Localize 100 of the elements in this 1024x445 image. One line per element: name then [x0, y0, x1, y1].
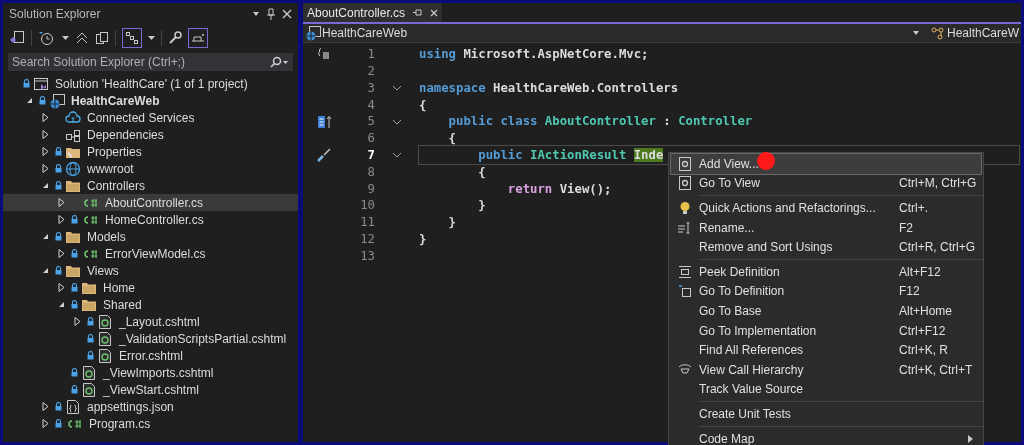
item-label: Views — [87, 262, 119, 280]
fold-chevron-icon[interactable] — [392, 118, 402, 125]
line-number: 10 — [359, 197, 375, 215]
tree-item[interactable]: Properties — [3, 143, 298, 160]
line-number: 13 — [359, 247, 375, 265]
dropdown-icon[interactable] — [148, 35, 155, 41]
rename-icon — [677, 220, 693, 235]
tree-item[interactable]: Dependencies — [3, 126, 298, 143]
line-number: 3 — [366, 79, 375, 97]
collapsed-arrow-icon[interactable] — [57, 249, 65, 258]
tree-item[interactable]: wwwroot — [3, 160, 298, 177]
line-number: 8 — [366, 163, 375, 181]
dropdown-label: HealthCareWeb — [322, 25, 408, 42]
code-line: return View(); — [506, 180, 612, 198]
pin-icon[interactable] — [413, 8, 423, 17]
menu-item[interactable]: Quick Actions and Refactorings... Ctrl+. — [671, 198, 981, 218]
tree-item[interactable]: AboutController.cs — [3, 194, 298, 211]
menu-item[interactable]: Code Map — [671, 428, 981, 445]
item-label: appsettings.json — [87, 398, 174, 416]
preview-toggle[interactable] — [188, 28, 208, 48]
tree-item[interactable]: Solution 'HealthCare' (1 of 1 project) — [3, 75, 298, 92]
menu-item[interactable]: Rename... F2 — [671, 217, 981, 238]
razor-file-icon — [81, 364, 97, 381]
item-label: _ViewStart.cshtml — [103, 381, 199, 399]
project-dropdown[interactable]: HealthCareWeb — [303, 24, 927, 42]
menu-item[interactable]: Track Value Source — [671, 379, 981, 400]
menu-item[interactable]: Peek Definition Alt+F12 — [671, 261, 981, 282]
json-file-icon — [65, 398, 81, 415]
menu-item[interactable]: View Call Hierarchy Ctrl+K, Ctrl+T — [671, 359, 981, 380]
collapse-all-icon[interactable] — [75, 31, 89, 45]
tree-item[interactable]: _ViewImports.cshtml — [3, 364, 298, 381]
close-icon[interactable] — [430, 8, 439, 17]
code-line: { — [447, 130, 457, 148]
definition-icon — [678, 284, 692, 299]
expanded-arrow-icon[interactable] — [41, 182, 49, 189]
code-line: { — [419, 96, 427, 114]
dropdown-icon[interactable] — [252, 11, 260, 17]
tree-item[interactable]: appsettings.json — [3, 398, 298, 415]
menu-item[interactable]: Find All References Ctrl+K, R — [671, 340, 981, 360]
menu-item[interactable]: Go To Implementation Ctrl+F12 — [671, 320, 981, 341]
editor-tab[interactable]: AboutController.cs — [303, 3, 443, 22]
home-solution-icon[interactable] — [9, 30, 25, 46]
code-line: } — [447, 214, 457, 232]
type-dropdown[interactable]: HealthCareW — [926, 24, 1021, 42]
tree-item[interactable]: Connected Services — [3, 109, 298, 126]
dropdown-label: HealthCareW — [946, 25, 1019, 42]
expanded-arrow-icon[interactable] — [25, 97, 33, 104]
menu-item[interactable]: Add View... — [671, 154, 981, 174]
menu-item[interactable]: Go To View Ctrl+M, Ctrl+G — [671, 173, 981, 194]
menu-item[interactable]: Go To Base Alt+Home — [671, 301, 981, 321]
menu-item[interactable]: Go To Definition F12 — [671, 281, 981, 302]
line-number: 7 — [366, 146, 375, 164]
expanded-arrow-icon[interactable] — [57, 301, 65, 308]
line-number: 2 — [366, 63, 375, 80]
tree-item[interactable]: HealthCareWeb — [3, 92, 298, 109]
tree-item[interactable]: Program.cs — [3, 415, 298, 432]
tree-item[interactable]: _ValidationScriptsPartial.cshtml — [3, 330, 298, 347]
code-line: } — [477, 197, 486, 215]
collapsed-arrow-icon[interactable] — [57, 283, 65, 292]
history-icon[interactable] — [38, 30, 56, 46]
dropdown-icon[interactable] — [62, 35, 69, 41]
pin-icon[interactable] — [266, 8, 276, 20]
tree-item[interactable]: Error.cshtml — [3, 347, 298, 364]
collapsed-arrow-icon[interactable] — [73, 317, 81, 326]
item-label: Home — [103, 279, 135, 297]
tree-item[interactable]: HomeController.cs — [3, 211, 298, 228]
menu-item[interactable]: Remove and Sort Usings Ctrl+R, Ctrl+G — [671, 237, 981, 257]
item-label: ErrorViewModel.cs — [105, 245, 206, 263]
item-label: Connected Services — [87, 109, 195, 127]
globe-icon — [65, 160, 81, 177]
copy-icon[interactable] — [95, 31, 109, 45]
line-number: 9 — [366, 180, 375, 198]
tree-item[interactable]: Home — [3, 279, 298, 296]
fold-chevron-icon[interactable] — [392, 152, 402, 159]
item-label: Properties — [87, 143, 142, 161]
tree-item[interactable]: _ViewStart.cshtml — [3, 381, 298, 398]
expanded-arrow-icon[interactable] — [41, 267, 49, 274]
implements-icon[interactable] — [317, 114, 333, 129]
fold-chevron-icon[interactable] — [392, 85, 402, 91]
razor-page-icon — [678, 156, 692, 171]
item-label: AboutController.cs — [105, 194, 204, 212]
tree-item[interactable]: Models — [3, 228, 298, 245]
search-field[interactable]: Search Solution Explorer (Ctrl+;) — [8, 53, 293, 71]
expanded-arrow-icon[interactable] — [41, 233, 49, 240]
line-number: 12 — [359, 230, 375, 248]
search-icon[interactable] — [269, 56, 289, 68]
tree-item[interactable]: _Layout.cshtml — [3, 313, 298, 330]
tree-item[interactable]: Shared — [3, 296, 298, 313]
close-icon[interactable] — [282, 9, 292, 19]
tree-item[interactable]: ErrorViewModel.cs — [3, 245, 298, 262]
screwdriver-icon[interactable] — [317, 148, 331, 163]
code-line: namespace HealthCareWeb.Controllers — [419, 79, 679, 97]
sync-toggle[interactable] — [122, 28, 142, 48]
menu-item[interactable]: Create Unit Tests — [671, 404, 981, 424]
line-number: 11 — [359, 214, 375, 232]
item-label: Dependencies — [87, 126, 164, 144]
tree-item[interactable]: Controllers — [3, 177, 298, 194]
solution-icon — [33, 75, 49, 92]
razor-file-icon — [97, 313, 113, 330]
tree-item[interactable]: Views — [3, 262, 298, 279]
